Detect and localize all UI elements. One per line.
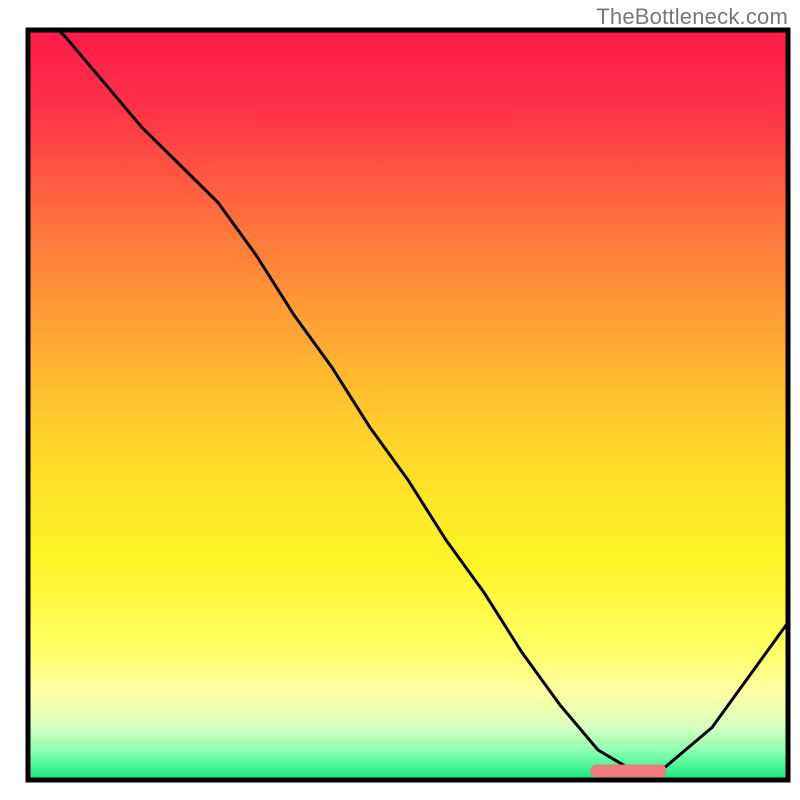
bottleneck-chart — [0, 0, 800, 800]
optimal-range-marker — [590, 765, 666, 778]
watermark-text: TheBottleneck.com — [596, 4, 788, 30]
chart-container: TheBottleneck.com — [0, 0, 800, 800]
gradient-background — [28, 30, 788, 780]
